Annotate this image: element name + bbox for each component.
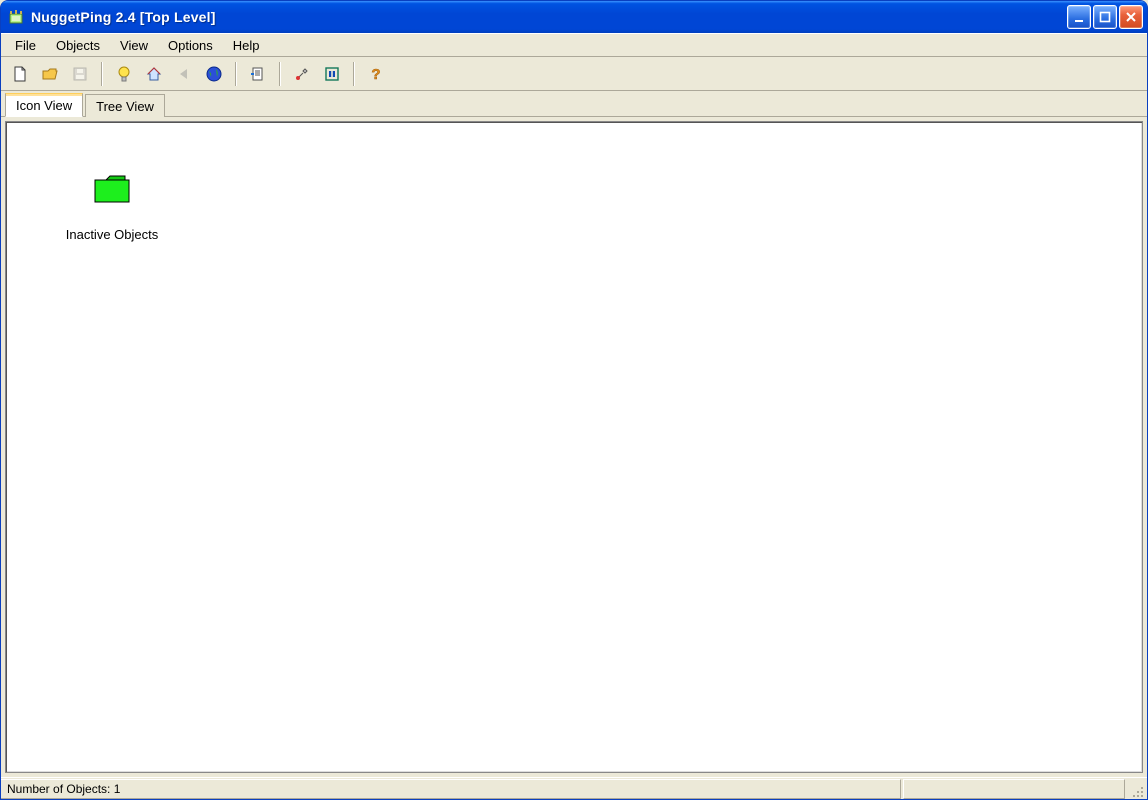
globe-button[interactable] — [201, 61, 227, 87]
tab-tree-view[interactable]: Tree View — [85, 94, 165, 117]
folder-inactive-objects[interactable]: Inactive Objects — [52, 172, 172, 242]
menubar: File Objects View Options Help — [1, 33, 1147, 57]
content-wrap: Inactive Objects — [1, 117, 1147, 777]
home-button[interactable] — [141, 61, 167, 87]
toolbar-separator — [235, 62, 237, 86]
window-title: NuggetPing 2.4 [Top Level] — [31, 9, 216, 25]
status-text: Number of Objects: 1 — [1, 779, 901, 799]
status-aux — [903, 779, 1125, 799]
toolbar-separator — [353, 62, 355, 86]
toolbar-separator — [101, 62, 103, 86]
tabstrip: Icon View Tree View — [1, 91, 1147, 117]
save-button[interactable] — [67, 61, 93, 87]
content-area[interactable]: Inactive Objects — [5, 121, 1143, 773]
menu-options[interactable]: Options — [158, 34, 223, 56]
titlebar: NuggetPing 2.4 [Top Level] — [1, 1, 1147, 33]
hint-button[interactable] — [111, 61, 137, 87]
menu-objects[interactable]: Objects — [46, 34, 110, 56]
close-button[interactable] — [1119, 5, 1143, 29]
folder-label: Inactive Objects — [52, 227, 172, 242]
menu-file[interactable]: File — [5, 34, 46, 56]
new-button[interactable] — [7, 61, 33, 87]
statusbar: Number of Objects: 1 — [1, 777, 1147, 799]
menu-help[interactable]: Help — [223, 34, 270, 56]
app-icon — [7, 8, 25, 26]
tab-icon-view[interactable]: Icon View — [5, 93, 83, 117]
toolbar: ? — [1, 57, 1147, 91]
back-button[interactable] — [171, 61, 197, 87]
open-button[interactable] — [37, 61, 63, 87]
resize-grip[interactable] — [1127, 779, 1145, 799]
tools-button[interactable] — [289, 61, 315, 87]
toolbar-separator — [279, 62, 281, 86]
help-button[interactable]: ? — [363, 61, 389, 87]
menu-view[interactable]: View — [110, 34, 158, 56]
svg-text:?: ? — [371, 66, 380, 83]
report-button[interactable] — [245, 61, 271, 87]
folder-icon — [92, 172, 132, 207]
minimize-button[interactable] — [1067, 5, 1091, 29]
maximize-button[interactable] — [1093, 5, 1117, 29]
pause-button[interactable] — [319, 61, 345, 87]
